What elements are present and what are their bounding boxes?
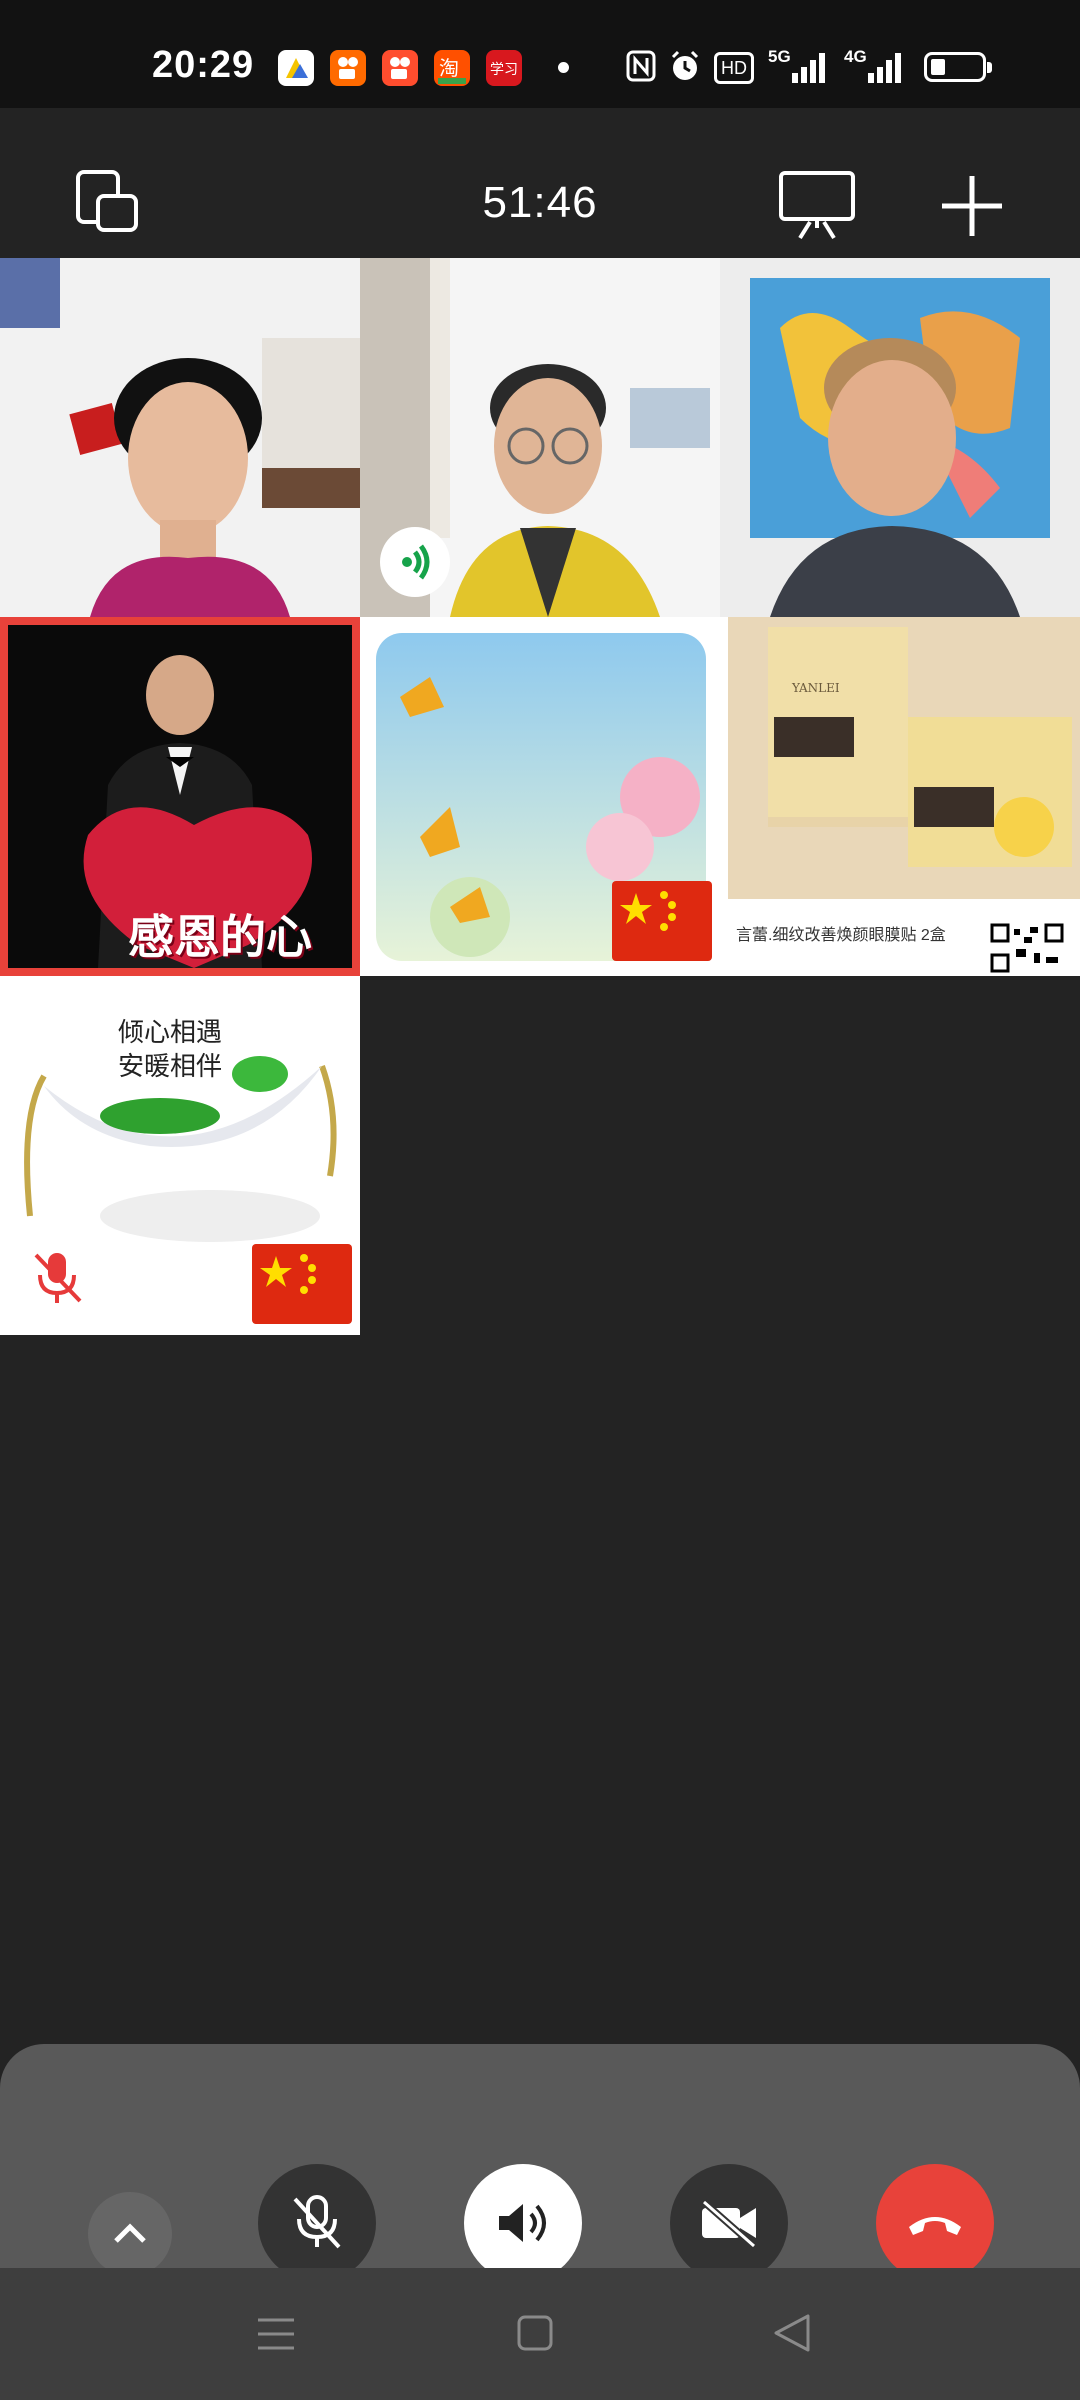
hangup-button[interactable]	[876, 2164, 994, 2282]
status-icons: HD 5G 4G	[626, 47, 906, 88]
speaker-icon	[499, 2204, 546, 2242]
mute-button[interactable]	[258, 2164, 376, 2282]
screen-share-icon[interactable]	[778, 170, 858, 245]
status-bar: 20:29 淘 学习 HD 5G 4G	[0, 0, 1080, 108]
add-participant-icon[interactable]	[940, 174, 1004, 243]
participant-tile-1[interactable]	[0, 258, 360, 617]
svg-text:学习: 学习	[490, 62, 518, 78]
participant-tile-4[interactable]: 感恩的心	[0, 617, 360, 976]
chevron-up-icon	[114, 2223, 146, 2243]
speaking-icon	[402, 544, 430, 580]
taobao-icon: 淘	[434, 50, 470, 86]
nfc-icon	[626, 50, 656, 87]
call-header: 51:46	[0, 108, 1080, 258]
product-caption: 言蕾.细纹改善焕颜眼膜贴 2盒	[736, 927, 946, 944]
kuaishou-lite-icon	[382, 50, 418, 86]
svg-text:淘: 淘	[439, 56, 459, 80]
hd-icon: HD	[714, 52, 754, 84]
muted-indicator	[30, 1249, 86, 1309]
participant-tile-6[interactable]: YANLEI 言蕾.细纹改善焕颜眼膜贴 2盒	[720, 617, 1080, 976]
qr-code	[990, 923, 1066, 973]
china-flag-icon	[612, 881, 712, 961]
notification-dot	[558, 62, 569, 73]
kuaishou-icon	[330, 50, 366, 86]
phone-hangup-icon	[909, 2217, 961, 2235]
battery-icon	[924, 52, 992, 82]
microphone-off-icon	[293, 2195, 341, 2249]
camera-button[interactable]	[670, 2164, 788, 2282]
expand-button[interactable]	[88, 2192, 172, 2276]
brand-label: YANLEI	[792, 681, 840, 695]
tile-overlay-text: 感恩的心	[128, 910, 312, 964]
microphone-off-icon	[34, 1253, 82, 1303]
participant-tile-2[interactable]	[360, 258, 720, 617]
4g-signal-icon: 4G	[842, 47, 906, 85]
china-flag-icon	[252, 1244, 352, 1324]
home-icon[interactable]	[516, 2314, 554, 2357]
system-nav-bar	[0, 2268, 1080, 2400]
participant-tile-5[interactable]	[360, 617, 720, 976]
participant-tile-7[interactable]: 倾心相遇 安暖相伴	[0, 976, 360, 1335]
menu-icon[interactable]	[256, 2314, 296, 2359]
speaking-indicator	[380, 527, 450, 597]
alarm-icon	[668, 49, 702, 88]
speaker-button[interactable]	[464, 2164, 582, 2282]
app-icon-1	[278, 50, 314, 86]
participant-tile-3[interactable]	[720, 258, 1080, 617]
5g-signal-icon: 5G	[766, 47, 830, 85]
status-time: 20:29	[152, 44, 255, 86]
call-timer: 51:46	[482, 178, 598, 227]
camera-off-icon	[701, 2199, 757, 2248]
xuexi-icon: 学习	[486, 50, 522, 86]
back-icon[interactable]	[772, 2312, 812, 2359]
